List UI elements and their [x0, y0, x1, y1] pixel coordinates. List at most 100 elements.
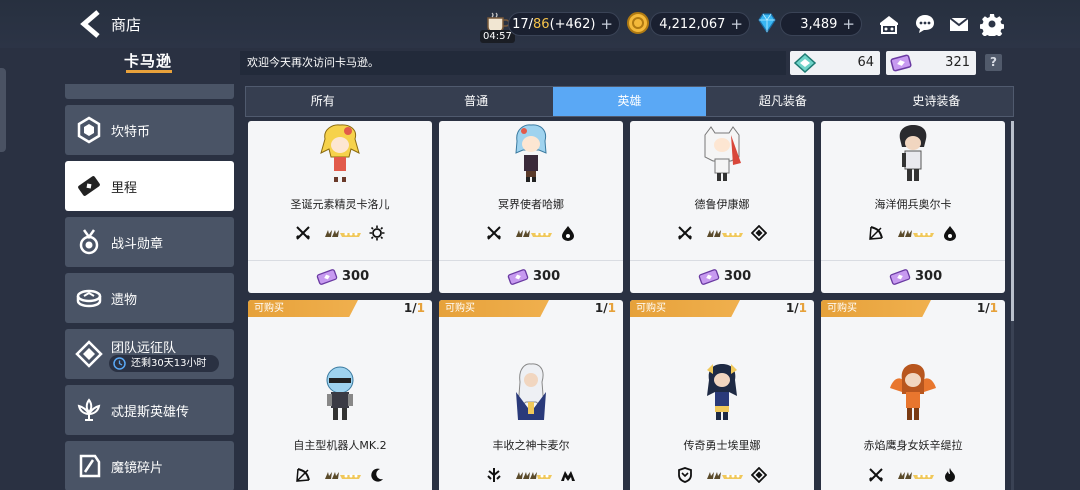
hero-name: 冥界使者哈娜 [498, 198, 564, 211]
product-grid: 圣诞元素精灵卡洛儿 300 冥界使者哈娜 300 德鲁伊康娜 300 海洋佣兵奥… [245, 121, 1013, 490]
hero-card[interactable]: 圣诞元素精灵卡洛儿 300 [248, 121, 432, 293]
hero-name: 传奇勇士埃里娜 [683, 439, 761, 452]
hero-sprite-mk2 [326, 366, 354, 420]
time-remaining-text: 还剩30天13小时 [131, 358, 207, 369]
purchasable-tag: 可购买 [630, 300, 740, 317]
fire-icon [945, 468, 955, 482]
sidebar-item-mileage[interactable]: 里程 [65, 161, 234, 211]
earth-icon [751, 467, 767, 483]
card-divider [821, 260, 1005, 261]
price-value: 300 [915, 269, 943, 284]
mail-icon[interactable] [947, 12, 971, 36]
limit-max: 1 [989, 301, 998, 315]
hero-sprite-konna [704, 126, 741, 181]
help-button[interactable]: ? [985, 54, 1002, 71]
hero-card[interactable]: 德鲁伊康娜 300 [630, 121, 814, 293]
hero-card[interactable]: 可购买 1/1 赤焰鹰身女妖辛缇拉 [821, 300, 1005, 490]
price-value: 300 [342, 269, 370, 284]
sidebar-item-label: 忒提斯英雄传 [111, 405, 190, 420]
top-bar: 商店 04:57 17/86 (+462) + 4,212,067 + 3,489… [0, 0, 1080, 48]
currency-a-box: 64 [790, 51, 880, 75]
hero-name: 赤焰鹰身女妖辛缇拉 [863, 439, 963, 452]
lotus-icon [77, 398, 101, 421]
sidebar-item-relic[interactable]: 遗物 [65, 273, 234, 323]
add-gold-button[interactable]: + [730, 15, 743, 33]
tab-epic-gear[interactable]: 史诗装备 [860, 87, 1013, 116]
emblem-currency-icon [794, 53, 816, 73]
bow-icon [869, 226, 883, 240]
stamina-bonus: (+462) [549, 16, 596, 32]
hero-sprite-erina [707, 364, 737, 420]
chat-icon[interactable] [913, 12, 937, 36]
price-tag: 300 [630, 265, 814, 289]
medal-icon [79, 229, 99, 255]
tab-all[interactable]: 所有 [246, 87, 399, 116]
limit-used: 1/ [594, 301, 608, 315]
purchase-limit: 1/1 [404, 301, 425, 315]
hero-attributes [821, 467, 1005, 485]
currency-a-value: 64 [857, 55, 874, 70]
sidebar-item-label: 团队远征队 [111, 341, 177, 356]
ticket-icon [78, 176, 100, 196]
crossed-swords-icon [486, 226, 502, 240]
guild-icon[interactable] [877, 12, 901, 36]
crossed-swords-icon [868, 468, 884, 482]
purchase-limit: 1/1 [977, 301, 998, 315]
limit-used: 1/ [403, 301, 417, 315]
sidebar-item-thetis-heroes[interactable]: 忒提斯英雄传 [65, 385, 234, 435]
tab-hero[interactable]: 英雄 [552, 87, 707, 116]
hex-coin-icon [77, 116, 101, 144]
sidebar-item-partial[interactable] [65, 84, 234, 99]
star-rank-icon [707, 472, 743, 479]
add-stamina-button[interactable]: + [600, 15, 613, 33]
back-arrow-icon[interactable] [78, 10, 102, 38]
hero-attributes [630, 467, 814, 485]
sidebar-item-kantcoin[interactable]: 坎特币 [65, 105, 234, 155]
grid-scrollbar-thumb[interactable] [1011, 121, 1014, 321]
sidebar-item-label: 遗物 [111, 293, 138, 308]
hero-card[interactable]: 冥界使者哈娜 300 [439, 121, 623, 293]
hero-card[interactable]: 海洋佣兵奥尔卡 300 [821, 121, 1005, 293]
sidebar-item-label: 坎特币 [111, 125, 151, 140]
purchasable-tag: 可购买 [439, 300, 549, 317]
sidebar-item-label: 战斗勋章 [111, 237, 164, 252]
hero-name: 德鲁伊康娜 [694, 198, 750, 211]
hero-attributes [248, 225, 432, 243]
basic-icon [561, 471, 575, 481]
sidebar-item-mirror-shard[interactable]: 魔镜碎片 [65, 441, 234, 490]
hero-attributes [821, 225, 1005, 243]
sidebar-item-team-expedition[interactable]: 团队远征队 还剩30天13小时 [65, 329, 234, 379]
settings-gear-icon[interactable] [979, 12, 1005, 39]
price-tag: 300 [821, 265, 1005, 289]
currency-b-value: 321 [945, 55, 970, 70]
gold-counter: 4,212,067 + [650, 12, 750, 36]
star-rank-icon [516, 472, 552, 479]
mileage-ticket-icon [889, 269, 911, 285]
limit-max: 1 [607, 301, 616, 315]
sidebar-item-battle-medal[interactable]: 战斗勋章 [65, 217, 234, 267]
tab-legendary-gear[interactable]: 超凡装备 [706, 87, 859, 116]
purchase-limit: 1/1 [595, 301, 616, 315]
relic-icon [76, 289, 102, 308]
price-value: 300 [724, 269, 752, 284]
gem-value: 3,489 [800, 16, 838, 32]
currency-b-box: 321 [886, 51, 976, 75]
hero-name: 丰收之神卡麦尔 [492, 439, 570, 452]
dark-icon [562, 226, 574, 241]
purchasable-tag: 可购买 [248, 300, 358, 317]
hero-card[interactable]: 可购买 1/1 传奇勇士埃里娜 [630, 300, 814, 490]
side-drawer-handle[interactable] [0, 68, 6, 152]
hero-card[interactable]: 可购买 1/1 丰收之神卡麦尔 [439, 300, 623, 490]
crossed-swords-icon [677, 226, 693, 240]
welcome-message: 欢迎今天再次访问卡马逊。 [240, 51, 786, 75]
hero-name: 海洋佣兵奥尔卡 [874, 198, 952, 211]
price-tag: 300 [439, 265, 623, 289]
gold-value: 4,212,067 [659, 16, 726, 32]
hero-name: 圣诞元素精灵卡洛儿 [290, 198, 390, 211]
tab-normal[interactable]: 普通 [399, 87, 552, 116]
hero-card[interactable]: 可购买 1/1 自主型机器人MK.2 [248, 300, 432, 490]
sidebar-item-label: 里程 [111, 181, 138, 196]
add-gems-button[interactable]: + [842, 15, 855, 33]
hero-attributes [248, 467, 432, 485]
hero-name: 自主型机器人MK.2 [293, 439, 387, 452]
